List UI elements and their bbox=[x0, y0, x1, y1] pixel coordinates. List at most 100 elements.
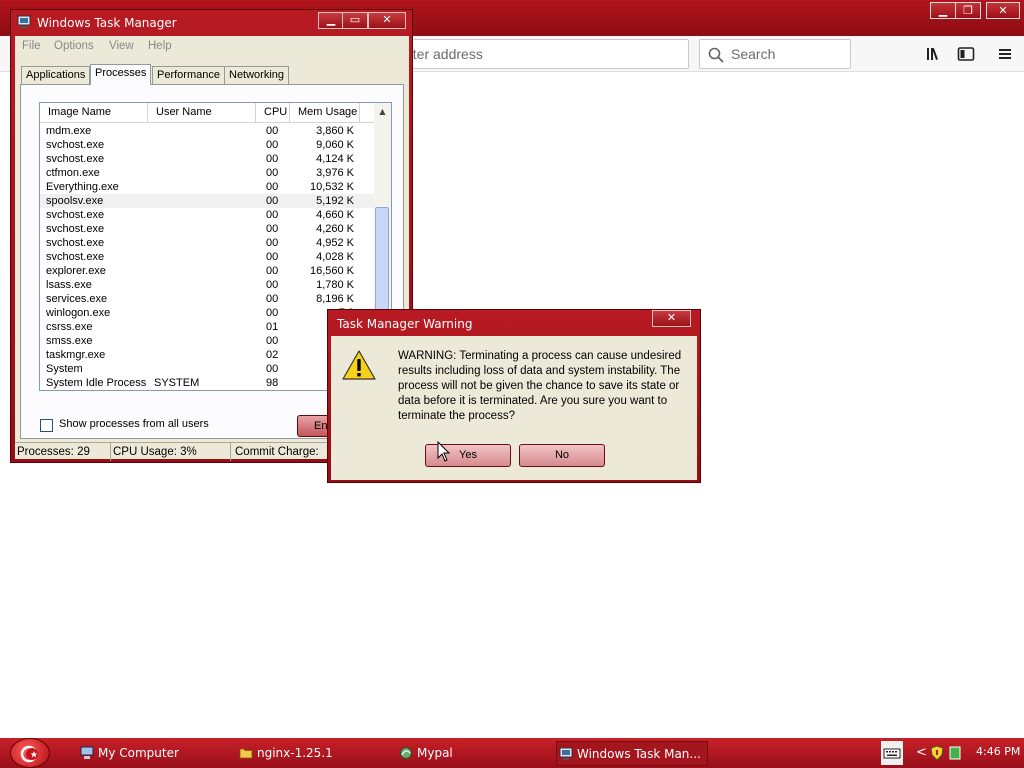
column-cpu[interactable]: CPU bbox=[256, 103, 290, 123]
process-mem: 10,532 K bbox=[309, 181, 354, 193]
process-mem: 4,124 K bbox=[316, 153, 354, 165]
process-cpu: 00 bbox=[266, 293, 279, 305]
dialog-body: WARNING: Terminating a process can cause… bbox=[331, 336, 697, 480]
process-name: System bbox=[46, 363, 83, 375]
table-row[interactable]: smss.exe004 bbox=[40, 334, 374, 348]
process-name: svchost.exe bbox=[46, 251, 105, 263]
process-cpu: 00 bbox=[266, 251, 279, 263]
battery-icon[interactable] bbox=[949, 746, 961, 760]
menu-options[interactable]: Options bbox=[54, 40, 94, 52]
process-cpu: 01 bbox=[266, 321, 279, 333]
table-row[interactable]: svchost.exe 00 4,952 K bbox=[40, 236, 374, 250]
process-name: svchost.exe bbox=[46, 139, 105, 151]
show-all-users-checkbox[interactable] bbox=[40, 419, 53, 432]
clock[interactable]: 4:46 PM bbox=[976, 745, 1020, 758]
start-logo-icon bbox=[20, 745, 38, 763]
tab-processes[interactable]: Processes bbox=[90, 64, 152, 85]
library-icon[interactable] bbox=[924, 44, 944, 64]
tab-networking[interactable]: Networking bbox=[224, 66, 290, 84]
search-placeholder: Search bbox=[731, 46, 776, 62]
mouse-cursor-icon bbox=[437, 441, 451, 462]
process-cpu: 00 bbox=[266, 153, 279, 165]
table-row[interactable]: System Idle Process SYSTEM 98 bbox=[40, 376, 374, 390]
process-cpu: 00 bbox=[266, 335, 279, 347]
process-name: svchost.exe bbox=[46, 153, 105, 165]
process-cpu: 00 bbox=[266, 167, 279, 179]
process-name: System Idle Process bbox=[46, 377, 147, 389]
menu-file[interactable]: File bbox=[22, 40, 41, 52]
tray-chevron-icon[interactable]: < bbox=[916, 745, 927, 760]
menu-view[interactable]: View bbox=[109, 40, 134, 52]
table-row[interactable]: services.exe 00 8,196 K bbox=[40, 292, 374, 306]
sidebar-icon[interactable] bbox=[956, 44, 976, 64]
process-cpu: 00 bbox=[266, 181, 279, 193]
dialog-title: Task Manager Warning bbox=[337, 317, 473, 331]
tab-applications[interactable]: Applications bbox=[21, 66, 91, 84]
status-processes: Processes: 29 bbox=[15, 443, 111, 461]
column-image-name[interactable]: Image Name bbox=[40, 103, 148, 123]
process-name: spoolsv.exe bbox=[46, 195, 104, 207]
table-row[interactable]: ctfmon.exe 00 3,976 K bbox=[40, 166, 374, 180]
task-manager-icon bbox=[17, 15, 31, 28]
process-user: SYSTEM bbox=[154, 377, 200, 389]
process-mem: 4,028 K bbox=[316, 251, 354, 263]
taskbar-item-label: My Computer bbox=[98, 746, 179, 760]
table-row[interactable]: svchost.exe 00 9,060 K bbox=[40, 138, 374, 152]
taskbar-item-label: nginx-1.25.1 bbox=[257, 746, 333, 760]
table-row[interactable]: svchost.exe 00 4,660 K bbox=[40, 208, 374, 222]
process-cpu: 00 bbox=[266, 195, 279, 207]
mypal-icon bbox=[400, 747, 412, 759]
table-row[interactable]: explorer.exe 00 16,560 K bbox=[40, 264, 374, 278]
column-user-name[interactable]: User Name bbox=[148, 103, 256, 123]
process-cpu: 00 bbox=[266, 363, 279, 375]
folder-icon bbox=[239, 748, 253, 759]
dialog-close-button[interactable]: ✕ bbox=[652, 310, 691, 327]
keyboard-icon[interactable] bbox=[881, 741, 903, 765]
taskbar-item-mypal[interactable]: Mypal bbox=[397, 741, 537, 766]
menu-help[interactable]: Help bbox=[148, 40, 172, 52]
taskbar-item-label: Windows Task Man... bbox=[577, 747, 701, 761]
process-mem: 1,780 K bbox=[316, 279, 354, 291]
process-mem: 3,860 K bbox=[316, 125, 354, 137]
browser-restore-button[interactable]: ❐ bbox=[955, 2, 981, 19]
process-name: svchost.exe bbox=[46, 209, 105, 221]
task-manager-icon bbox=[559, 747, 573, 760]
process-name: ctfmon.exe bbox=[46, 167, 100, 179]
process-name: mdm.exe bbox=[46, 125, 92, 137]
table-row[interactable]: svchost.exe 00 4,260 K bbox=[40, 222, 374, 236]
browser-close-button[interactable]: ✕ bbox=[986, 2, 1020, 19]
address-bar[interactable]: nter address bbox=[380, 39, 689, 69]
tm-maximize-button[interactable]: ▭ bbox=[342, 12, 368, 29]
table-row[interactable]: csrss.exe014,5 bbox=[40, 320, 374, 334]
table-row[interactable]: svchost.exe 00 4,124 K bbox=[40, 152, 374, 166]
scroll-up-arrow-icon[interactable]: ▲ bbox=[374, 103, 391, 120]
table-row[interactable]: winlogon.exe007,9 bbox=[40, 306, 374, 320]
tm-minimize-button[interactable]: ▁ bbox=[318, 12, 344, 29]
table-row[interactable]: taskmgr.exe025,2 bbox=[40, 348, 374, 362]
taskbar-item-my-computer[interactable]: My Computer bbox=[78, 741, 218, 766]
search-box[interactable]: Search bbox=[699, 39, 851, 69]
start-button[interactable] bbox=[10, 738, 50, 768]
column-mem-usage[interactable]: Mem Usage bbox=[290, 103, 360, 123]
process-name: services.exe bbox=[46, 293, 108, 305]
taskbar-item-task-manager[interactable]: Windows Task Man... bbox=[556, 741, 708, 766]
table-row[interactable]: System002 bbox=[40, 362, 374, 376]
table-row[interactable]: svchost.exe 00 4,028 K bbox=[40, 250, 374, 264]
menu-icon[interactable] bbox=[995, 44, 1015, 64]
tm-close-button[interactable]: ✕ bbox=[368, 12, 406, 29]
process-cpu: 00 bbox=[266, 265, 279, 277]
process-cpu: 00 bbox=[266, 139, 279, 151]
table-row[interactable]: spoolsv.exe 00 5,192 K bbox=[40, 194, 374, 208]
tab-performance[interactable]: Performance bbox=[152, 66, 225, 84]
shield-icon[interactable] bbox=[930, 745, 944, 761]
table-row[interactable]: mdm.exe 00 3,860 K bbox=[40, 124, 374, 138]
taskbar-item-nginx[interactable]: nginx-1.25.1 bbox=[237, 741, 377, 766]
process-name: svchost.exe bbox=[46, 237, 105, 249]
process-mem: 9,060 K bbox=[316, 139, 354, 151]
task-manager-title: Windows Task Manager bbox=[37, 16, 177, 30]
process-name: smss.exe bbox=[46, 335, 93, 347]
table-row[interactable]: Everything.exe 00 10,532 K bbox=[40, 180, 374, 194]
table-row[interactable]: lsass.exe 00 1,780 K bbox=[40, 278, 374, 292]
browser-minimize-button[interactable]: ▁ bbox=[930, 2, 956, 19]
no-button[interactable]: No bbox=[519, 444, 605, 467]
